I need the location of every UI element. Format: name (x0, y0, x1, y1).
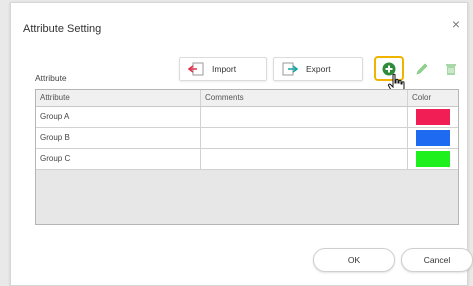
attribute-table: Attribute Comments Color Group A Group B… (35, 89, 459, 225)
color-swatch[interactable] (416, 130, 450, 146)
color-swatch[interactable] (416, 109, 450, 125)
cell-comments[interactable] (201, 149, 408, 169)
header-comments[interactable]: Comments (201, 90, 408, 106)
cell-color[interactable] (408, 149, 458, 169)
table-header: Attribute Comments Color (36, 90, 458, 107)
cell-color[interactable] (408, 128, 458, 148)
table-row[interactable]: Group B (36, 128, 458, 149)
attribute-setting-dialog: Attribute Setting × Attribute Import Exp… (10, 2, 473, 286)
cancel-button[interactable]: Cancel (401, 248, 473, 272)
table-row[interactable]: Group C (36, 149, 458, 170)
dialog-title: Attribute Setting (23, 23, 102, 35)
cell-comments[interactable] (201, 128, 408, 148)
header-color[interactable]: Color (408, 90, 458, 106)
color-swatch[interactable] (416, 151, 450, 167)
cell-comments[interactable] (201, 107, 408, 127)
header-attribute[interactable]: Attribute (36, 90, 201, 106)
export-label: Export (306, 64, 331, 74)
cell-attribute[interactable]: Group C (36, 149, 201, 169)
close-icon[interactable]: × (449, 17, 463, 31)
import-label: Import (212, 64, 237, 74)
edit-pencil-icon[interactable] (415, 62, 429, 76)
delete-trash-icon[interactable] (444, 62, 458, 76)
cell-color[interactable] (408, 107, 458, 127)
attribute-section-label: Attribute (35, 73, 67, 83)
export-icon (282, 62, 298, 76)
cell-attribute[interactable]: Group B (36, 128, 201, 148)
import-icon (188, 62, 204, 76)
import-button[interactable]: Import (179, 57, 267, 81)
table-row[interactable]: Group A (36, 107, 458, 128)
cell-attribute[interactable]: Group A (36, 107, 201, 127)
ok-button[interactable]: OK (313, 248, 395, 272)
export-button[interactable]: Export (273, 57, 363, 81)
